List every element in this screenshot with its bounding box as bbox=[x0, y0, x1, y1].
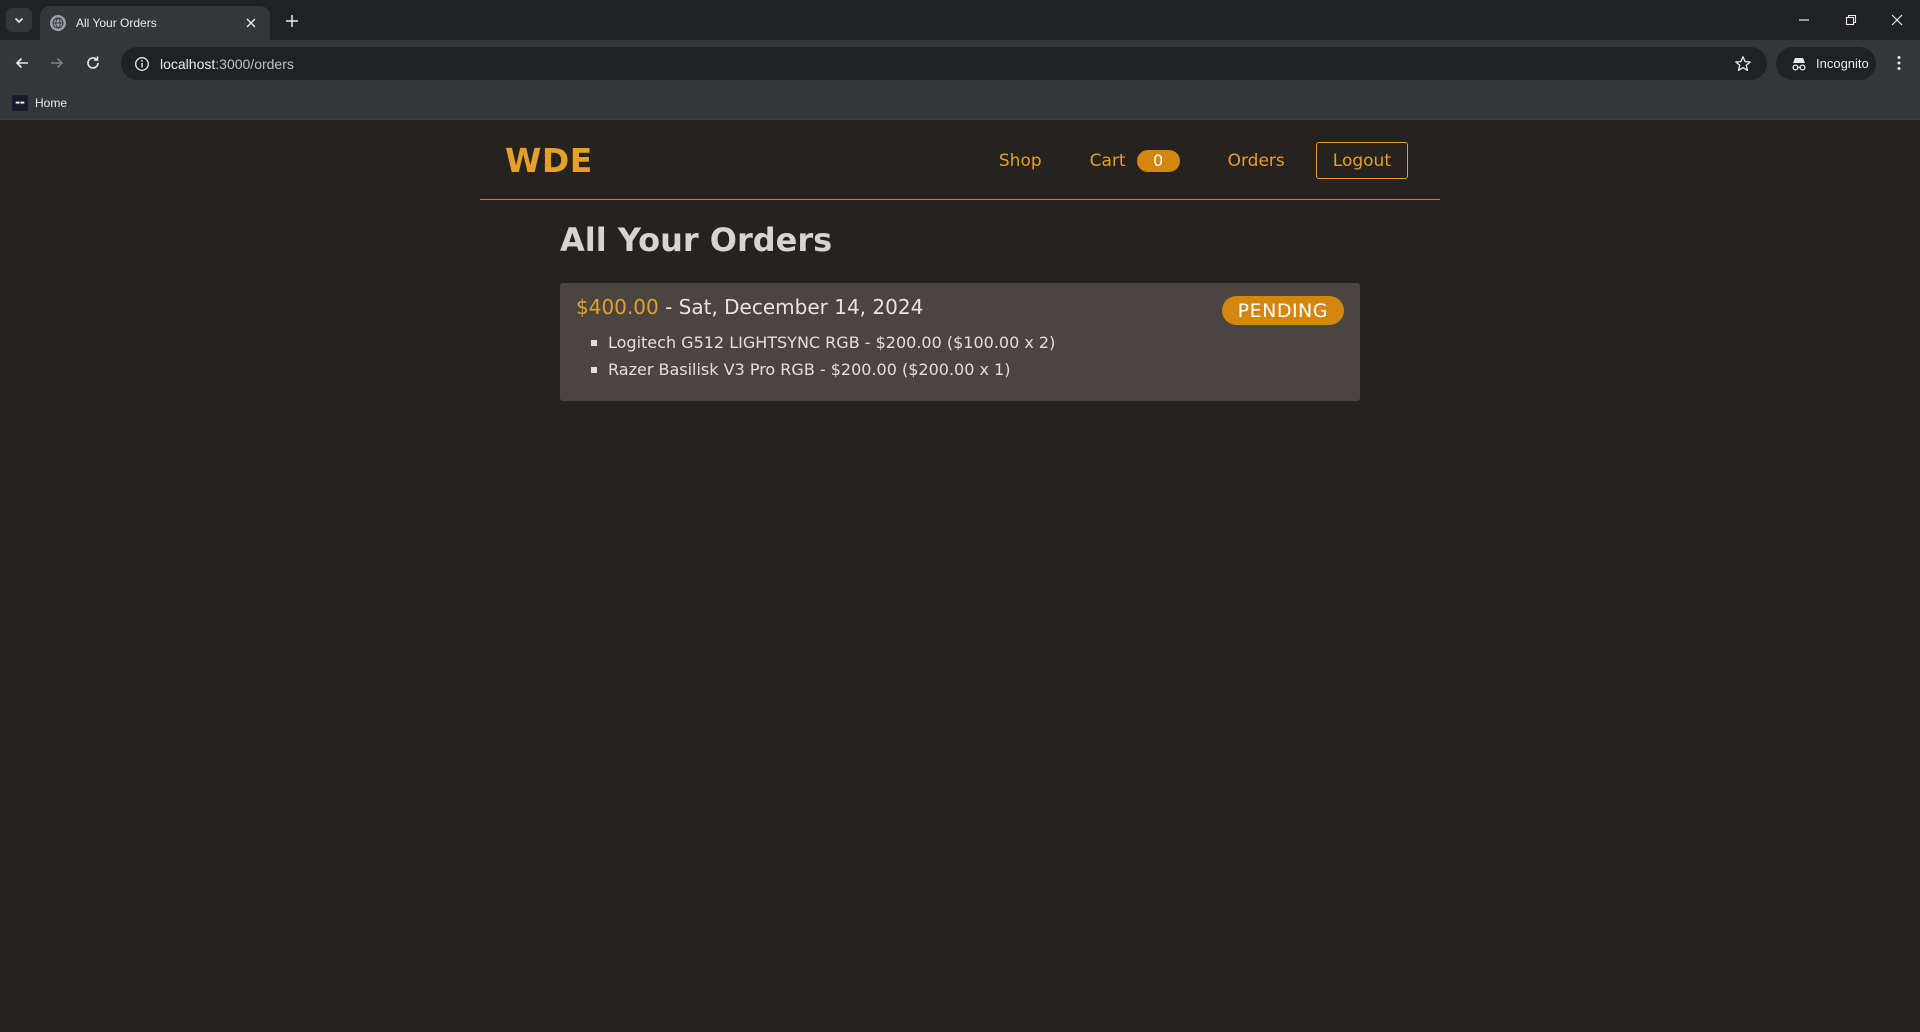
minimize-button[interactable] bbox=[1789, 8, 1819, 32]
new-tab-button[interactable] bbox=[280, 9, 304, 33]
order-item: Logitech G512 LIGHTSYNC RGB - $200.00 ($… bbox=[590, 329, 1055, 356]
back-arrow-icon bbox=[15, 57, 28, 69]
close-window-button[interactable] bbox=[1882, 8, 1912, 32]
main-nav: Shop Cart 0 Orders Logout bbox=[999, 142, 1408, 179]
reload-button[interactable] bbox=[78, 48, 108, 78]
bookmark-favicon-icon: ▬▬ bbox=[12, 95, 28, 111]
logout-button[interactable]: Logout bbox=[1315, 142, 1408, 179]
status-badge: PENDING bbox=[1221, 296, 1344, 325]
nav-cart-label: Cart bbox=[1089, 150, 1126, 171]
order-items-list: Logitech G512 LIGHTSYNC RGB - $200.00 ($… bbox=[590, 329, 1055, 383]
cart-count-badge: 0 bbox=[1136, 149, 1180, 172]
more-vertical-icon bbox=[1897, 56, 1901, 70]
site-header: WDE Shop Cart 0 Orders Logout bbox=[480, 121, 1440, 200]
order-item: Razer Basilisk V3 Pro RGB - $200.00 ($20… bbox=[590, 356, 1055, 383]
bookmark-label: Home bbox=[35, 96, 68, 110]
page-content: WDE Shop Cart 0 Orders Logout All Your O… bbox=[0, 121, 1920, 1032]
forward-arrow-icon bbox=[51, 57, 64, 69]
site-logo[interactable]: WDE bbox=[505, 141, 593, 180]
order-total: $400.00 bbox=[576, 295, 659, 319]
incognito-label: Incognito bbox=[1816, 56, 1869, 71]
nav-cart-link[interactable]: Cart 0 bbox=[1089, 149, 1180, 172]
nav-orders-link[interactable]: Orders bbox=[1228, 151, 1285, 171]
bookmark-home[interactable]: ▬▬ Home bbox=[8, 92, 71, 114]
browser-toolbar: localhost:3000/orders Incognito bbox=[0, 40, 1920, 86]
site-info-icon[interactable] bbox=[133, 55, 151, 73]
plus-icon bbox=[286, 15, 298, 27]
close-icon bbox=[1891, 14, 1903, 26]
forward-button[interactable] bbox=[42, 48, 72, 78]
bookmarks-bar: ▬▬ Home bbox=[0, 86, 1920, 120]
tab-search-button[interactable] bbox=[6, 8, 32, 32]
minimize-icon bbox=[1799, 19, 1809, 21]
incognito-icon bbox=[1792, 57, 1806, 71]
globe-icon bbox=[50, 15, 66, 31]
order-card: $400.00 - Sat, December 14, 2024 PENDING… bbox=[560, 283, 1360, 401]
bookmark-star-icon[interactable] bbox=[1733, 54, 1753, 74]
order-date: - Sat, December 14, 2024 bbox=[658, 295, 924, 319]
restore-button[interactable] bbox=[1836, 8, 1866, 32]
tab-title: All Your Orders bbox=[76, 16, 157, 30]
browser-tab-strip: All Your Orders bbox=[0, 0, 1920, 40]
restore-icon bbox=[1845, 14, 1857, 26]
page-title: All Your Orders bbox=[560, 221, 833, 259]
chevron-down-icon bbox=[14, 17, 24, 24]
close-tab-icon[interactable] bbox=[242, 14, 260, 32]
order-summary: $400.00 - Sat, December 14, 2024 bbox=[576, 295, 923, 319]
incognito-indicator[interactable]: Incognito bbox=[1776, 47, 1876, 80]
back-button[interactable] bbox=[7, 48, 37, 78]
nav-shop-link[interactable]: Shop bbox=[999, 151, 1042, 171]
url-text: localhost:3000/orders bbox=[160, 55, 294, 72]
browser-tab[interactable]: All Your Orders bbox=[40, 6, 270, 40]
browser-menu-button[interactable] bbox=[1884, 48, 1914, 78]
reload-icon bbox=[87, 56, 99, 69]
address-bar[interactable]: localhost:3000/orders bbox=[121, 47, 1767, 80]
